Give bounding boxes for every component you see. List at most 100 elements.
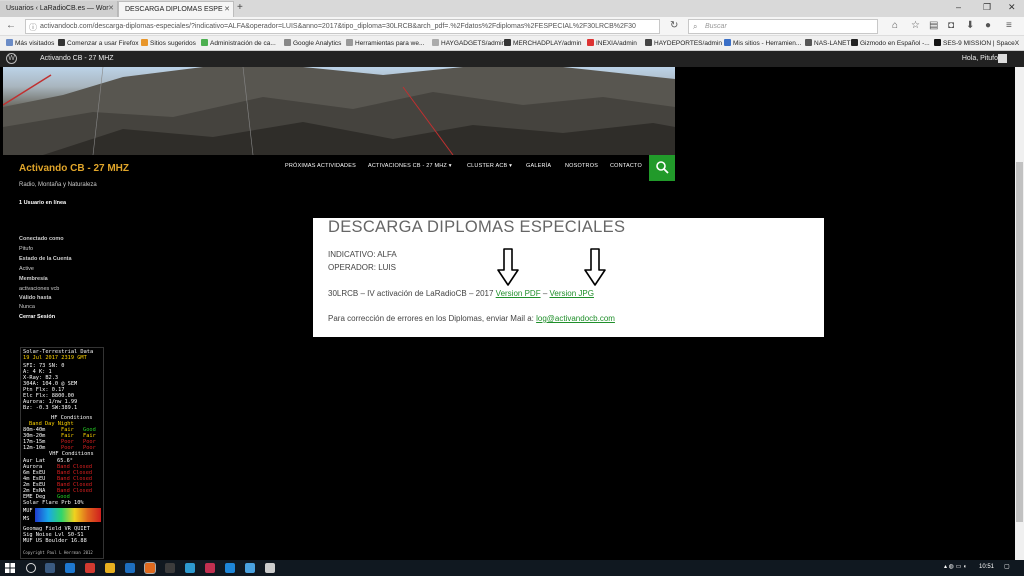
bookmark-item[interactable]: Administración de ca... bbox=[201, 39, 276, 47]
close-window-icon[interactable]: ✕ bbox=[1008, 2, 1016, 13]
bookmark-favicon-icon bbox=[141, 39, 148, 46]
bookmark-label: INEXIA/admin bbox=[596, 40, 637, 47]
back-icon[interactable]: ← bbox=[6, 20, 16, 31]
menu-item-galeria[interactable]: GALERÍA bbox=[526, 163, 551, 169]
connected-as-value: Pitufo bbox=[19, 246, 34, 252]
solar-terrestrial-widget[interactable]: Solar-Terrestrial Data 19 Jul 2017 2319 … bbox=[20, 347, 104, 559]
bookmark-item[interactable]: Google Analytics bbox=[284, 39, 341, 47]
bookmark-favicon-icon bbox=[805, 39, 812, 46]
bookmark-item[interactable]: Sitios sugeridos bbox=[141, 39, 196, 47]
bookmark-item[interactable]: Gizmodo en Español -... bbox=[851, 39, 930, 47]
tab-title: Usuarios ‹ LaRadioCB.es — Wor bbox=[6, 5, 109, 12]
maximize-icon[interactable]: ❐ bbox=[983, 2, 991, 13]
email-link[interactable]: log@activandocb.com bbox=[536, 314, 615, 323]
bookmark-label: Gizmodo en Español -... bbox=[860, 40, 930, 47]
wp-greeting[interactable]: Hola, Pitufo bbox=[962, 55, 998, 62]
bookmark-favicon-icon bbox=[645, 39, 652, 46]
site-tagline: Radio, Montaña y Naturaleza bbox=[19, 182, 97, 188]
url-bar[interactable]: ⓘ activandocb.com/descarga-diplomas-espe… bbox=[25, 19, 660, 34]
bookmark-item[interactable]: SES-9 MISSION | SpaceX bbox=[934, 39, 1019, 47]
url-text: activandocb.com/descarga-diplomas-especi… bbox=[40, 23, 636, 30]
firefox-icon[interactable] bbox=[144, 562, 156, 574]
membership-value: activaciones vcb bbox=[19, 286, 60, 292]
edge-icon[interactable] bbox=[65, 563, 75, 573]
search-icon bbox=[656, 161, 669, 174]
task-view-icon[interactable] bbox=[45, 563, 55, 573]
search-input[interactable]: ⌕ Buscar bbox=[688, 19, 878, 34]
bookmark-favicon-icon bbox=[432, 39, 439, 46]
app-icon[interactable] bbox=[165, 563, 175, 573]
extension-icon[interactable]: ● bbox=[985, 20, 991, 31]
page-scrollbar[interactable] bbox=[1015, 67, 1024, 560]
scrollbar-thumb[interactable] bbox=[1016, 162, 1023, 522]
app-icon[interactable] bbox=[205, 563, 215, 573]
close-tab-icon[interactable]: ✕ bbox=[224, 5, 230, 13]
site-title[interactable]: Activando CB - 27 MHZ bbox=[19, 163, 129, 174]
connected-as-label: Conectado como bbox=[19, 236, 64, 242]
bookmark-item[interactable]: INEXIA/admin bbox=[587, 39, 637, 47]
bookmark-label: MERCHADPLAY/admin bbox=[513, 40, 582, 47]
bookmark-item[interactable]: HAYDEPORTES/admin bbox=[645, 39, 722, 47]
menu-icon[interactable]: ≡ bbox=[1006, 20, 1012, 31]
clipboard-icon[interactable]: ▤ bbox=[929, 20, 938, 31]
app-icon[interactable] bbox=[245, 563, 255, 573]
app-icon[interactable] bbox=[225, 563, 235, 573]
vhf-title: VHF Conditions bbox=[49, 451, 94, 457]
windows-start-icon[interactable] bbox=[5, 563, 15, 573]
menu-item-proximas-actividades[interactable]: PRÓXIMAS ACTIVIDADES bbox=[285, 163, 356, 169]
bookmark-item[interactable]: MERCHADPLAY/admin bbox=[504, 39, 582, 47]
cortana-icon[interactable] bbox=[26, 563, 36, 573]
menu-item-contacto[interactable]: CONTACTO bbox=[610, 163, 642, 169]
bookmark-favicon-icon bbox=[284, 39, 291, 46]
bookmark-favicon-icon bbox=[587, 39, 594, 46]
bookmark-item[interactable]: Comenzar a usar Firefox bbox=[58, 39, 139, 47]
bookmark-item[interactable]: Más visitados bbox=[6, 39, 54, 47]
menu-item-cluster-acb[interactable]: CLUSTER ACB ▾ bbox=[467, 163, 512, 169]
tab-descarga-diplomas[interactable]: DESCARGA DIPLOMAS ESPE ✕ bbox=[118, 1, 234, 17]
app-icon[interactable] bbox=[125, 563, 135, 573]
page-title: DESCARGA DIPLOMAS ESPECIALES bbox=[328, 218, 626, 236]
version-jpg-link[interactable]: Version JPG bbox=[550, 289, 594, 298]
bookmark-star-icon[interactable]: ☆ bbox=[911, 20, 920, 31]
solar-copyright: Copyright Paul L Herrman 2012 bbox=[23, 550, 93, 555]
logout-link[interactable]: Cerrar Sesión bbox=[19, 314, 55, 320]
bookmark-item[interactable]: NAS-LANET bbox=[805, 39, 850, 47]
bookmark-item[interactable]: Herramientas para we... bbox=[346, 39, 424, 47]
close-tab-icon[interactable]: ✕ bbox=[108, 4, 114, 12]
bookmark-favicon-icon bbox=[346, 39, 353, 46]
new-tab-icon[interactable]: + bbox=[237, 2, 243, 13]
bookmark-label: NAS-LANET bbox=[814, 40, 851, 47]
wordpress-logo-icon[interactable]: W bbox=[6, 53, 17, 64]
notifications-icon[interactable]: ▢ bbox=[1004, 563, 1010, 570]
version-pdf-link[interactable]: Version PDF bbox=[496, 289, 541, 298]
app-icon[interactable] bbox=[185, 563, 195, 573]
bookmark-label: Google Analytics bbox=[293, 40, 342, 47]
download-icon[interactable]: ⬇ bbox=[966, 20, 974, 31]
avatar[interactable] bbox=[998, 54, 1007, 63]
minimize-icon[interactable]: – bbox=[956, 2, 961, 12]
bookmark-label: Herramientas para we... bbox=[355, 40, 425, 47]
app-icon[interactable] bbox=[85, 563, 95, 573]
bookmark-item[interactable]: Mis sitios - Herramien... bbox=[724, 39, 801, 47]
bookmark-item[interactable]: HAYGADGETS/admin bbox=[432, 39, 505, 47]
info-icon[interactable]: ⓘ bbox=[29, 22, 37, 33]
windows-taskbar: ▴ ◍ ▭ ◖ 10:51 ▢ bbox=[0, 560, 1024, 576]
pocket-icon[interactable]: ◘ bbox=[948, 20, 954, 31]
wp-site-name[interactable]: Activando CB - 27 MHZ bbox=[40, 55, 114, 62]
app-icon[interactable] bbox=[265, 563, 275, 573]
bookmark-favicon-icon bbox=[724, 39, 731, 46]
home-icon[interactable]: ⌂ bbox=[892, 20, 898, 31]
menu-item-nosotros[interactable]: NOSOTROS bbox=[565, 163, 598, 169]
bookmark-label: Mis sitios - Herramien... bbox=[733, 40, 802, 47]
clock[interactable]: 10:51 bbox=[979, 564, 994, 570]
file-explorer-icon[interactable] bbox=[105, 563, 115, 573]
menu-item-activaciones[interactable]: ACTIVACIONES CB - 27 MHZ ▾ bbox=[368, 163, 452, 169]
valid-until-value: Nunca bbox=[19, 304, 35, 310]
tab-usuarios[interactable]: Usuarios ‹ LaRadioCB.es — Wor ✕ bbox=[0, 1, 118, 17]
network-icon[interactable]: ▴ ◍ ▭ ◖ bbox=[944, 563, 967, 570]
membership-label: Membresía bbox=[19, 276, 48, 282]
reload-icon[interactable]: ↻ bbox=[670, 20, 678, 31]
search-placeholder: Buscar bbox=[705, 23, 727, 30]
bookmark-favicon-icon bbox=[504, 39, 511, 46]
site-search-button[interactable] bbox=[649, 155, 675, 181]
